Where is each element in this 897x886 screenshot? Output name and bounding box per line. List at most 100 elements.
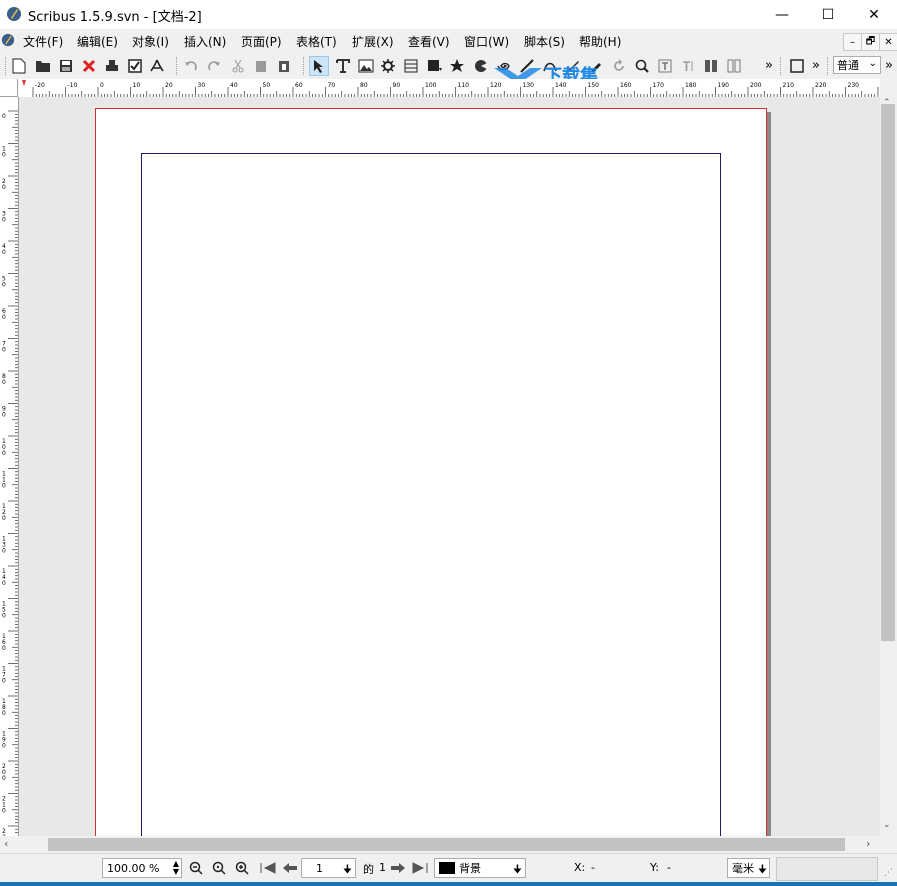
table-icon[interactable]	[401, 56, 421, 76]
close-document-icon[interactable]	[79, 56, 99, 76]
first-page-icon[interactable]	[258, 858, 278, 878]
menu-table[interactable]: 表格(T)	[296, 33, 337, 50]
new-document-icon[interactable]	[9, 56, 29, 76]
menu-window[interactable]: 窗口(W)	[464, 33, 509, 50]
unit-select[interactable]: 毫米 🠋	[727, 858, 770, 878]
menu-script[interactable]: 脚本(S)	[524, 33, 565, 50]
text-frame-icon[interactable]	[333, 56, 353, 76]
render-frame-icon[interactable]	[378, 56, 398, 76]
image-frame-icon[interactable]	[356, 56, 376, 76]
ruler-label: 20	[165, 82, 173, 89]
last-page-icon[interactable]	[410, 858, 430, 878]
scroll-down-icon[interactable]: ⌄	[883, 820, 891, 830]
copy-icon[interactable]	[251, 56, 271, 76]
vertical-scroll-thumb[interactable]	[881, 104, 895, 641]
unlink-frames-icon[interactable]	[724, 56, 744, 76]
ruler-label: 190	[718, 82, 730, 89]
preflight-verifier-icon[interactable]	[125, 56, 145, 76]
ruler-label: -10	[68, 82, 78, 89]
ruler-label: 0	[2, 379, 6, 386]
ruler-label: 0	[2, 113, 6, 120]
menu-edit[interactable]: 编辑(E)	[77, 33, 118, 50]
cut-icon[interactable]	[228, 56, 248, 76]
page-number-field[interactable]: 1 🠋	[301, 858, 356, 878]
ruler-label: 100	[425, 82, 437, 89]
arc-icon[interactable]	[471, 56, 491, 76]
zoom-out-icon[interactable]	[186, 858, 206, 878]
menu-bar: 文件(F) 编辑(E) 对象(I) 插入(N) 页面(P) 表格(T) 扩展(X…	[0, 29, 897, 53]
view-mode-select[interactable]: 普通 ⌄	[833, 56, 881, 74]
freehand-line-icon[interactable]	[563, 56, 583, 76]
close-button[interactable]: ✕	[851, 0, 897, 29]
y-coordinate-value: -	[667, 861, 671, 874]
unit-dropdown-icon[interactable]: 🠋	[758, 861, 767, 880]
paste-icon[interactable]	[274, 56, 294, 76]
menu-file[interactable]: 文件(F)	[23, 33, 63, 50]
chevron-down-icon: ⌄	[868, 58, 877, 69]
taskbar-edge	[0, 882, 897, 886]
edit-text-icon[interactable]	[655, 56, 675, 76]
menu-help[interactable]: 帮助(H)	[579, 33, 621, 50]
shape-icon[interactable]	[425, 56, 445, 76]
menu-insert[interactable]: 插入(N)	[184, 33, 226, 50]
ruler-label: 140	[555, 82, 567, 89]
resize-grip-icon[interactable]: ⋰	[884, 868, 893, 878]
ruler-label: 0	[2, 347, 6, 354]
document-canvas[interactable]	[19, 97, 880, 837]
line-icon[interactable]	[517, 56, 537, 76]
rotate-item-icon[interactable]	[609, 56, 629, 76]
print-icon[interactable]	[102, 56, 122, 76]
link-frames-icon[interactable]	[701, 56, 721, 76]
layer-dropdown-icon[interactable]: 🠋	[513, 861, 522, 880]
maximize-button[interactable]: ☐	[805, 0, 851, 29]
horizontal-scroll-thumb[interactable]	[48, 838, 845, 851]
ruler-label: 0	[2, 580, 6, 587]
y-coordinate-label: Y:	[650, 861, 659, 874]
open-document-icon[interactable]	[33, 56, 53, 76]
calligraphic-line-icon[interactable]	[586, 56, 606, 76]
spiral-icon[interactable]	[494, 56, 514, 76]
page-dropdown-icon[interactable]: 🠋	[343, 861, 352, 880]
ruler-label: 30	[198, 82, 206, 89]
story-editor-icon[interactable]	[678, 56, 698, 76]
scribus-logo-icon	[6, 6, 22, 22]
menu-page[interactable]: 页面(P)	[241, 33, 282, 50]
minimize-button[interactable]: —	[759, 0, 805, 29]
menu-extras[interactable]: 扩展(X)	[352, 33, 394, 50]
zoom-actual-icon[interactable]	[209, 858, 229, 878]
save-icon[interactable]	[56, 56, 76, 76]
ruler-corner[interactable]	[0, 79, 18, 97]
undo-icon[interactable]	[181, 56, 201, 76]
scroll-right-icon[interactable]: ›	[866, 837, 870, 850]
zoom-field[interactable]: 100.00 % ▲ ▼	[102, 858, 182, 878]
scroll-left-icon[interactable]: ‹	[4, 837, 8, 850]
menu-object[interactable]: 对象(I)	[132, 33, 169, 50]
layer-select[interactable]: 背景 🠋	[434, 858, 526, 878]
next-page-icon[interactable]	[388, 858, 408, 878]
toolbar-overflow-icon[interactable]: »	[765, 58, 773, 73]
horizontal-ruler[interactable]: -20 -10 0 10 20 30 40 50 60 70 80 90 100 110 120 130 140…	[0, 79, 892, 98]
mdi-restore-button[interactable]: 🗗	[861, 33, 880, 51]
ruler-label: 0	[2, 450, 6, 457]
toolbar-overflow-icon[interactable]: »	[812, 58, 820, 73]
menu-view[interactable]: 查看(V)	[408, 33, 450, 50]
previous-page-icon[interactable]	[280, 858, 300, 878]
toolbar-overflow-icon[interactable]: »	[885, 58, 893, 73]
document-page[interactable]	[95, 108, 767, 837]
redo-icon[interactable]	[204, 56, 224, 76]
zoom-value: 100.00 %	[107, 861, 160, 875]
polygon-star-icon[interactable]	[448, 56, 468, 76]
mdi-close-button[interactable]: ✕	[879, 33, 897, 51]
ruler-label: 0	[100, 82, 104, 89]
toolbar-separator	[176, 57, 178, 75]
zoom-spin-icon[interactable]: ▲ ▼	[173, 860, 179, 876]
ruler-label: 200	[750, 82, 762, 89]
export-pdf-icon[interactable]	[147, 56, 167, 76]
zoom-in-icon[interactable]	[232, 858, 252, 878]
preview-mode-icon[interactable]	[787, 56, 807, 76]
select-pointer-icon[interactable]	[309, 56, 329, 76]
bezier-icon[interactable]	[540, 56, 560, 76]
vertical-ruler[interactable]: 0102030405060708090100110120130140150160…	[0, 97, 19, 847]
zoom-icon[interactable]	[632, 56, 652, 76]
mdi-minimize-button[interactable]: –	[843, 33, 862, 51]
